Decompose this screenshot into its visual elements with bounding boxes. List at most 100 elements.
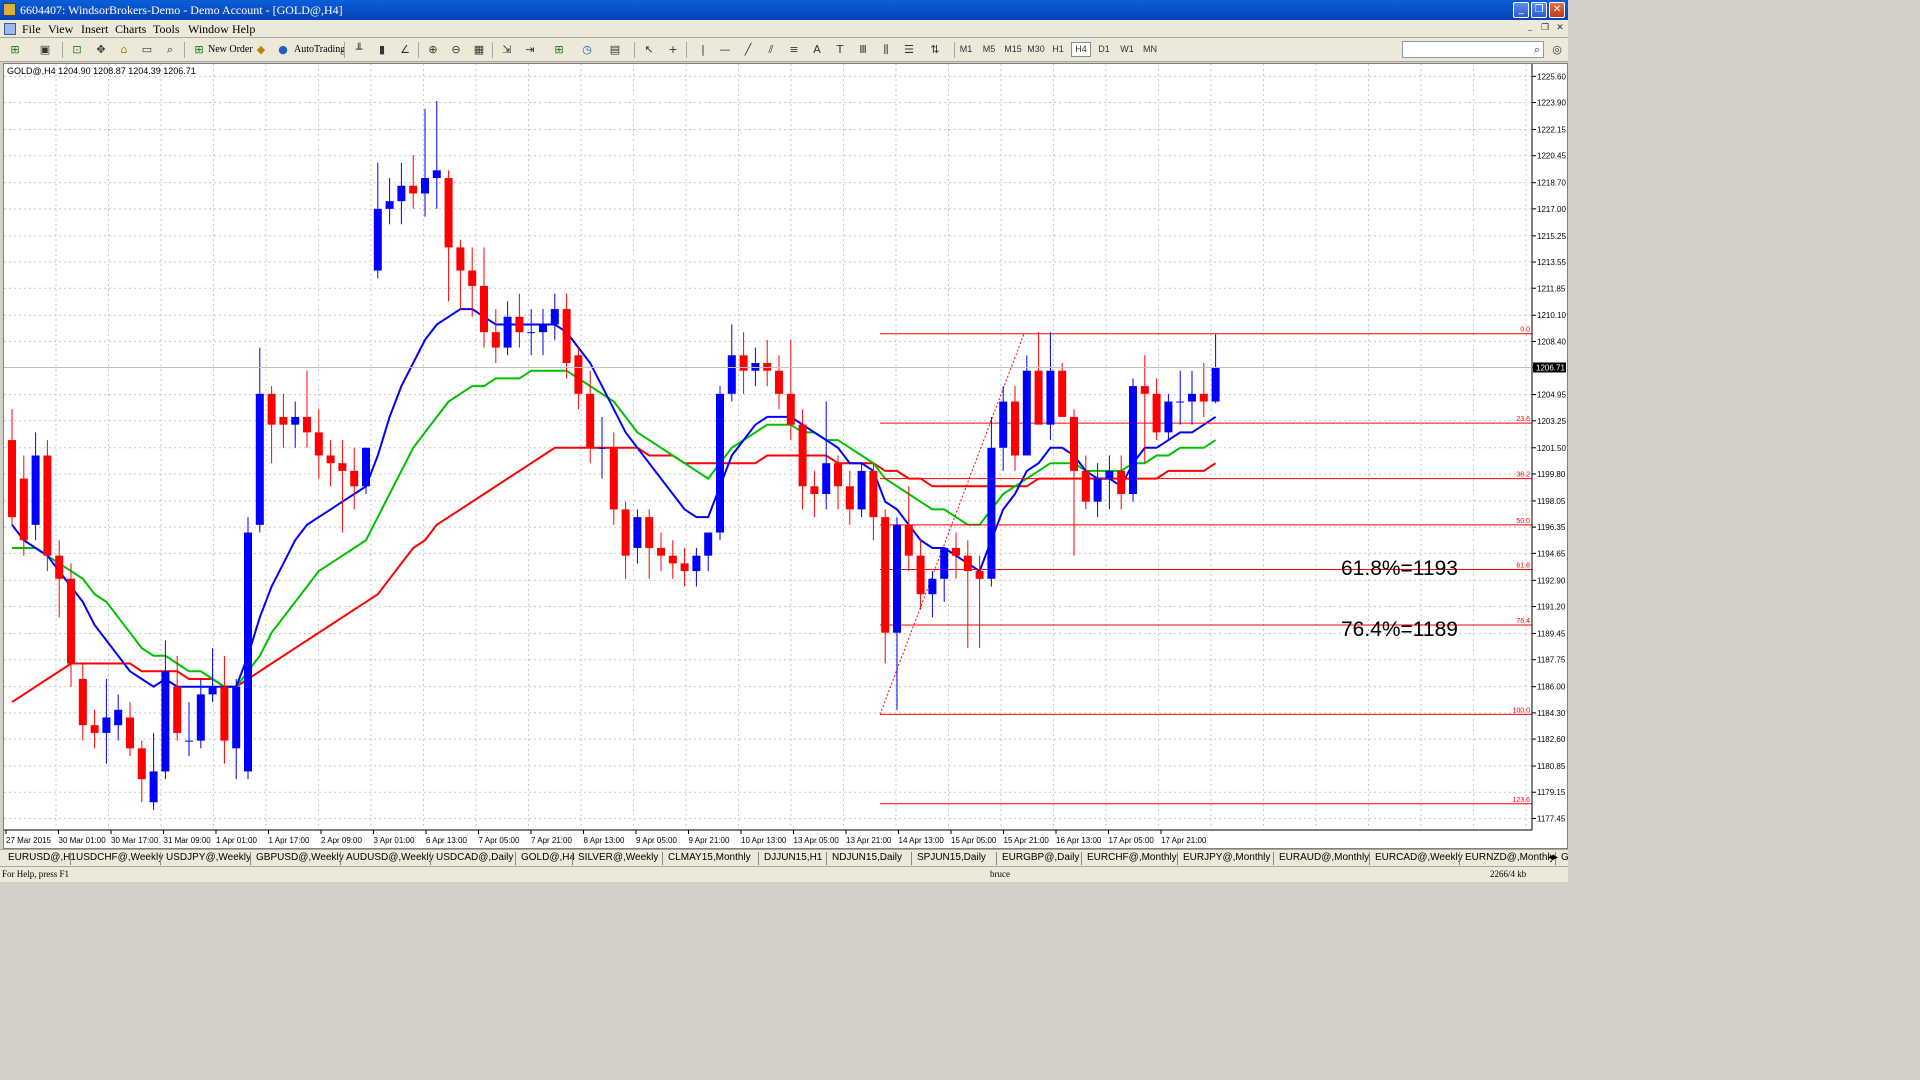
metaeditor-icon[interactable]: ◆ xyxy=(252,41,270,59)
terminal-icon[interactable]: ▭ xyxy=(138,41,156,59)
candle-body xyxy=(1176,401,1185,403)
timeframe-d1[interactable]: D1 xyxy=(1094,44,1114,54)
new-order-icon[interactable]: ⊞ xyxy=(190,41,208,59)
chart-restore-button[interactable]: ❐ xyxy=(1539,22,1551,34)
candle-body xyxy=(114,709,123,726)
menu-tools[interactable]: Tools xyxy=(153,22,180,37)
chart-tab[interactable]: AUDUSD@,Weekly xyxy=(346,852,434,863)
menu-help[interactable]: Help xyxy=(232,22,255,37)
timeframe-m15[interactable]: M15 xyxy=(1002,44,1024,54)
chart-tab[interactable]: EURCAD@,Weekly xyxy=(1375,852,1463,863)
fib-expansion-icon[interactable]: ☰ xyxy=(900,41,918,59)
horizontal-line-icon[interactable]: — xyxy=(716,41,734,59)
time-tick-label: 17 Apr 21:00 xyxy=(1161,836,1207,845)
equidistant-channel-icon[interactable]: ⫽ xyxy=(762,41,780,59)
autotrading-button[interactable]: AutoTrading xyxy=(294,44,345,55)
zoom-out-icon[interactable]: ⊖ xyxy=(447,41,465,59)
menu-view[interactable]: View xyxy=(48,22,73,37)
new-order-button[interactable]: New Order xyxy=(208,44,253,55)
timeframe-m5[interactable]: M5 xyxy=(979,44,999,54)
chart-minimize-button[interactable]: _ xyxy=(1524,22,1536,34)
arrows-icon[interactable]: ⇅ xyxy=(926,41,944,59)
indicators-icon[interactable]: ⊞ xyxy=(550,41,568,59)
candle-body xyxy=(373,208,382,271)
text-label-icon[interactable]: T xyxy=(831,41,849,59)
profiles-icon[interactable]: ▣ xyxy=(36,41,54,59)
current-price-label: 1206.71 xyxy=(1536,363,1565,372)
close-button[interactable]: ✕ xyxy=(1549,2,1565,18)
fibonacci-retracement-icon[interactable]: ≡ xyxy=(785,41,803,59)
minimize-button[interactable]: _ xyxy=(1513,2,1529,18)
maximize-button[interactable]: ❐ xyxy=(1531,2,1547,18)
time-tick-label: 7 Apr 05:00 xyxy=(479,836,520,845)
time-tick-label: 13 Apr 05:00 xyxy=(794,836,840,845)
chart-tab[interactable]: USDCHF@,Weekly xyxy=(76,852,163,863)
bar-chart-icon[interactable]: ╨ xyxy=(350,41,368,59)
chart-tab[interactable]: SPJUN15,Daily xyxy=(917,852,986,863)
chart-tab[interactable]: EURNZD@,Monthly xyxy=(1465,852,1555,863)
menu-file[interactable]: File xyxy=(22,22,41,37)
candle-body xyxy=(137,748,146,780)
candle-body xyxy=(798,424,807,487)
fib-fan-icon[interactable]: ⫼ xyxy=(877,41,895,59)
chart-tab[interactable]: EURCHF@,Monthly xyxy=(1087,852,1177,863)
candle-body xyxy=(267,393,276,425)
trendline-icon[interactable]: ╱ xyxy=(739,41,757,59)
candle-body xyxy=(527,332,536,334)
menu-insert[interactable]: Insert xyxy=(81,22,108,37)
chart-tab[interactable]: EURJPY@,Monthly xyxy=(1183,852,1270,863)
search-icon[interactable]: ⌕ xyxy=(1528,41,1546,59)
navigator-icon[interactable]: ✥ xyxy=(92,41,110,59)
new-chart-icon[interactable]: ⊞ xyxy=(6,41,24,59)
candle-body xyxy=(562,309,571,364)
timeframe-m1[interactable]: M1 xyxy=(956,44,976,54)
chart-tab[interactable]: CLMAY15,Monthly xyxy=(668,852,751,863)
zoom-in-icon[interactable]: ⊕ xyxy=(424,41,442,59)
tile-windows-icon[interactable]: ▦ xyxy=(470,41,488,59)
chart-tab[interactable]: EURGBP@,Daily xyxy=(1002,852,1079,863)
candlestick-icon[interactable]: ▮ xyxy=(373,41,391,59)
timeframe-h4[interactable]: H4 xyxy=(1071,42,1091,57)
menu-window[interactable]: Window xyxy=(188,22,229,37)
timeframe-w1[interactable]: W1 xyxy=(1117,44,1137,54)
chart-tab[interactable]: USDJPY@,Weekly xyxy=(166,852,251,863)
autotrading-icon[interactable]: ● xyxy=(274,41,292,59)
chart-shift-icon[interactable]: ⇥ xyxy=(521,41,539,59)
chart-tab[interactable]: EURAUD@,Monthly xyxy=(1279,852,1369,863)
price-tick-label: 1223.90 xyxy=(1537,99,1566,108)
market-watch-icon[interactable]: ⊡ xyxy=(68,41,86,59)
autoscroll-icon[interactable]: ⇲ xyxy=(498,41,516,59)
data-window-icon[interactable]: ⌂ xyxy=(115,41,133,59)
chart-tab[interactable]: SILVER@,Weekly xyxy=(578,852,658,863)
strategy-tester-icon[interactable]: ⌕ xyxy=(161,41,179,59)
price-chart[interactable]: 0.0 23.6 38.2 50.0 61.8 76.4 100.0 123.6 1225.6… xyxy=(4,64,1567,848)
tab-scroll-arrows-icon[interactable]: ◂▸ xyxy=(1548,852,1558,863)
chart-tab[interactable]: GBPUSD@,Weekly xyxy=(256,852,344,863)
timeframe-m30[interactable]: M30 xyxy=(1025,44,1047,54)
fib-timezones-icon[interactable]: Ⅲ xyxy=(854,41,872,59)
timeframe-h1[interactable]: H1 xyxy=(1048,44,1068,54)
vertical-line-icon[interactable]: | xyxy=(694,41,712,59)
chart-tab[interactable]: GOLD@,H4 xyxy=(521,852,575,863)
line-chart-icon[interactable]: ∠ xyxy=(396,41,414,59)
periods-icon[interactable]: ◷ xyxy=(578,41,596,59)
chart-tab[interactable]: USDCAD@,Daily xyxy=(436,852,513,863)
chart-window[interactable]: 0.0 23.6 38.2 50.0 61.8 76.4 100.0 123.6 1225.6… xyxy=(3,63,1568,849)
chart-tab[interactable]: NDJUN15,Daily xyxy=(832,852,902,863)
chart-tab[interactable]: G xyxy=(1561,852,1569,863)
crosshair-icon[interactable]: + xyxy=(664,41,682,59)
text-icon[interactable]: A xyxy=(808,41,826,59)
chart-tab[interactable]: DJJUN15,H1 xyxy=(764,852,822,863)
chart-close-button[interactable]: ✕ xyxy=(1554,22,1566,34)
search-input[interactable] xyxy=(1402,41,1544,58)
status-bar: For Help, press F1 bruce 2266/4 kb xyxy=(0,866,1568,882)
cursor-icon[interactable]: ↖ xyxy=(640,41,658,59)
candle-body xyxy=(173,686,182,733)
menu-charts[interactable]: Charts xyxy=(115,22,146,37)
chart-tab[interactable]: EURUSD@,H1 xyxy=(8,852,76,863)
candle-body xyxy=(1011,401,1019,456)
app-icon xyxy=(3,3,16,16)
timeframe-mn[interactable]: MN xyxy=(1140,44,1160,54)
community-icon[interactable]: ◎ xyxy=(1548,41,1566,59)
templates-icon[interactable]: ▤ xyxy=(606,41,624,59)
